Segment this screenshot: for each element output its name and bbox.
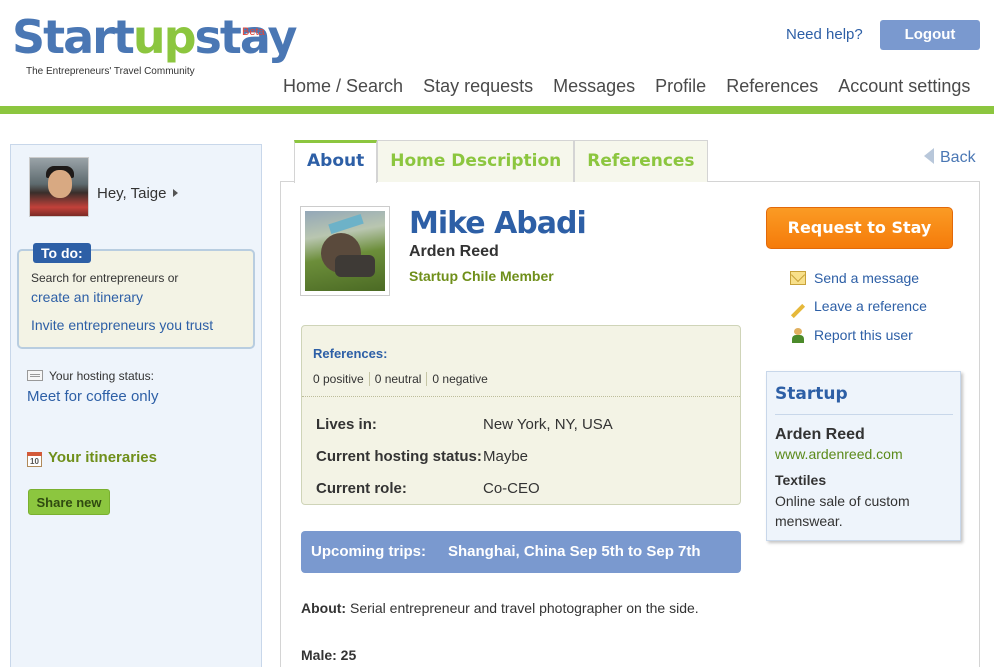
startup-description: Online sale of custom menswear. — [775, 493, 910, 529]
report-user-link[interactable]: Report this user — [790, 327, 913, 343]
todo-box: To do: Search for entrepreneurs or creat… — [17, 243, 255, 349]
references-title: References: — [313, 346, 388, 361]
invite-entrepreneurs-link[interactable]: Invite entrepreneurs you trust — [31, 317, 213, 333]
startupstay-logo[interactable]: Startupstay Beta The Entrepreneurs' Trav… — [12, 4, 298, 84]
nav-messages[interactable]: Messages — [553, 76, 635, 97]
hosting-status-row: Current hosting status:Maybe — [316, 448, 529, 465]
nav-home-search[interactable]: Home / Search — [283, 76, 403, 97]
back-arrow-icon — [924, 148, 934, 164]
nav-account-settings[interactable]: Account settings — [838, 76, 970, 97]
upcoming-trips-bar[interactable]: Upcoming trips: Shanghai, China Sep 5th t… — [301, 531, 741, 573]
card-icon — [27, 370, 43, 381]
profile-info-box: References: 0 positive 0 neutral 0 negat… — [301, 325, 741, 505]
need-help-link[interactable]: Need help? — [786, 26, 863, 43]
profile-tabs: About Home Description References — [294, 140, 708, 183]
main-nav: Home / Search Stay requests Messages Pro… — [283, 76, 990, 97]
trip-destination[interactable]: Shanghai, China Sep 5th to Sep 7th — [448, 543, 701, 560]
send-message-link[interactable]: Send a message — [790, 270, 919, 286]
logo-tagline: The Entrepreneurs' Travel Community — [26, 66, 195, 77]
negative-count: 0 negative — [432, 372, 488, 386]
user-avatar[interactable] — [29, 157, 89, 217]
membership-label: Startup Chile Member — [409, 268, 554, 284]
about-text: About: Serial entrepreneur and travel ph… — [301, 600, 699, 616]
calendar-icon: 10 — [27, 452, 42, 467]
caret-right-icon — [172, 189, 178, 197]
site-header: Startupstay Beta The Entrepreneurs' Trav… — [0, 0, 994, 106]
your-itineraries[interactable]: 10 Your itineraries — [27, 449, 157, 467]
tab-about[interactable]: About — [294, 140, 378, 183]
user-icon — [790, 328, 806, 343]
header-divider — [0, 106, 994, 114]
current-role-row: Current role: Co-CEO — [316, 480, 540, 497]
todo-badge: To do: — [33, 243, 91, 263]
nav-profile[interactable]: Profile — [655, 76, 706, 97]
profile-name: Mike Abadi — [409, 206, 587, 241]
references-counts: 0 positive 0 neutral 0 negative — [313, 372, 498, 386]
hosting-status-label: Your hosting status: — [27, 369, 154, 383]
hosting-status-link[interactable]: Meet for coffee only — [27, 388, 158, 405]
share-new-button[interactable]: Share new — [28, 489, 110, 515]
tab-references[interactable]: References — [574, 140, 708, 182]
create-itinerary-link[interactable]: create an itinerary — [31, 289, 143, 305]
startup-industry: Textiles — [775, 472, 827, 488]
neutral-count: 0 neutral — [375, 372, 428, 386]
envelope-icon — [790, 271, 806, 285]
startup-url-link[interactable]: www.ardenreed.com — [775, 446, 903, 462]
request-to-stay-button[interactable]: Request to Stay — [766, 207, 953, 249]
profile-photo[interactable] — [300, 206, 390, 296]
startup-name: Arden Reed — [775, 426, 865, 443]
positive-count: 0 positive — [313, 372, 370, 386]
startup-card: Startup Arden Reed www.ardenreed.com Tex… — [766, 371, 961, 541]
startup-title: Startup — [775, 384, 848, 404]
logout-button[interactable]: Logout — [880, 20, 980, 50]
back-link[interactable]: Back — [924, 148, 976, 167]
sidebar: Hey, Taige To do: Search for entrepreneu… — [10, 144, 262, 667]
gender-age: Male: 25 — [301, 647, 357, 663]
todo-text: Search for entrepreneurs or — [31, 271, 179, 285]
profile-company: Arden Reed — [409, 243, 499, 260]
beta-label: Beta — [242, 26, 265, 38]
nav-references[interactable]: References — [726, 76, 818, 97]
nav-stay-requests[interactable]: Stay requests — [423, 76, 533, 97]
lives-in-row: Lives in: New York, NY, USA — [316, 416, 613, 433]
tab-home-description[interactable]: Home Description — [377, 140, 575, 182]
leave-reference-link[interactable]: Leave a reference — [790, 298, 927, 319]
info-divider — [302, 396, 740, 397]
user-greeting[interactable]: Hey, Taige — [97, 185, 178, 202]
